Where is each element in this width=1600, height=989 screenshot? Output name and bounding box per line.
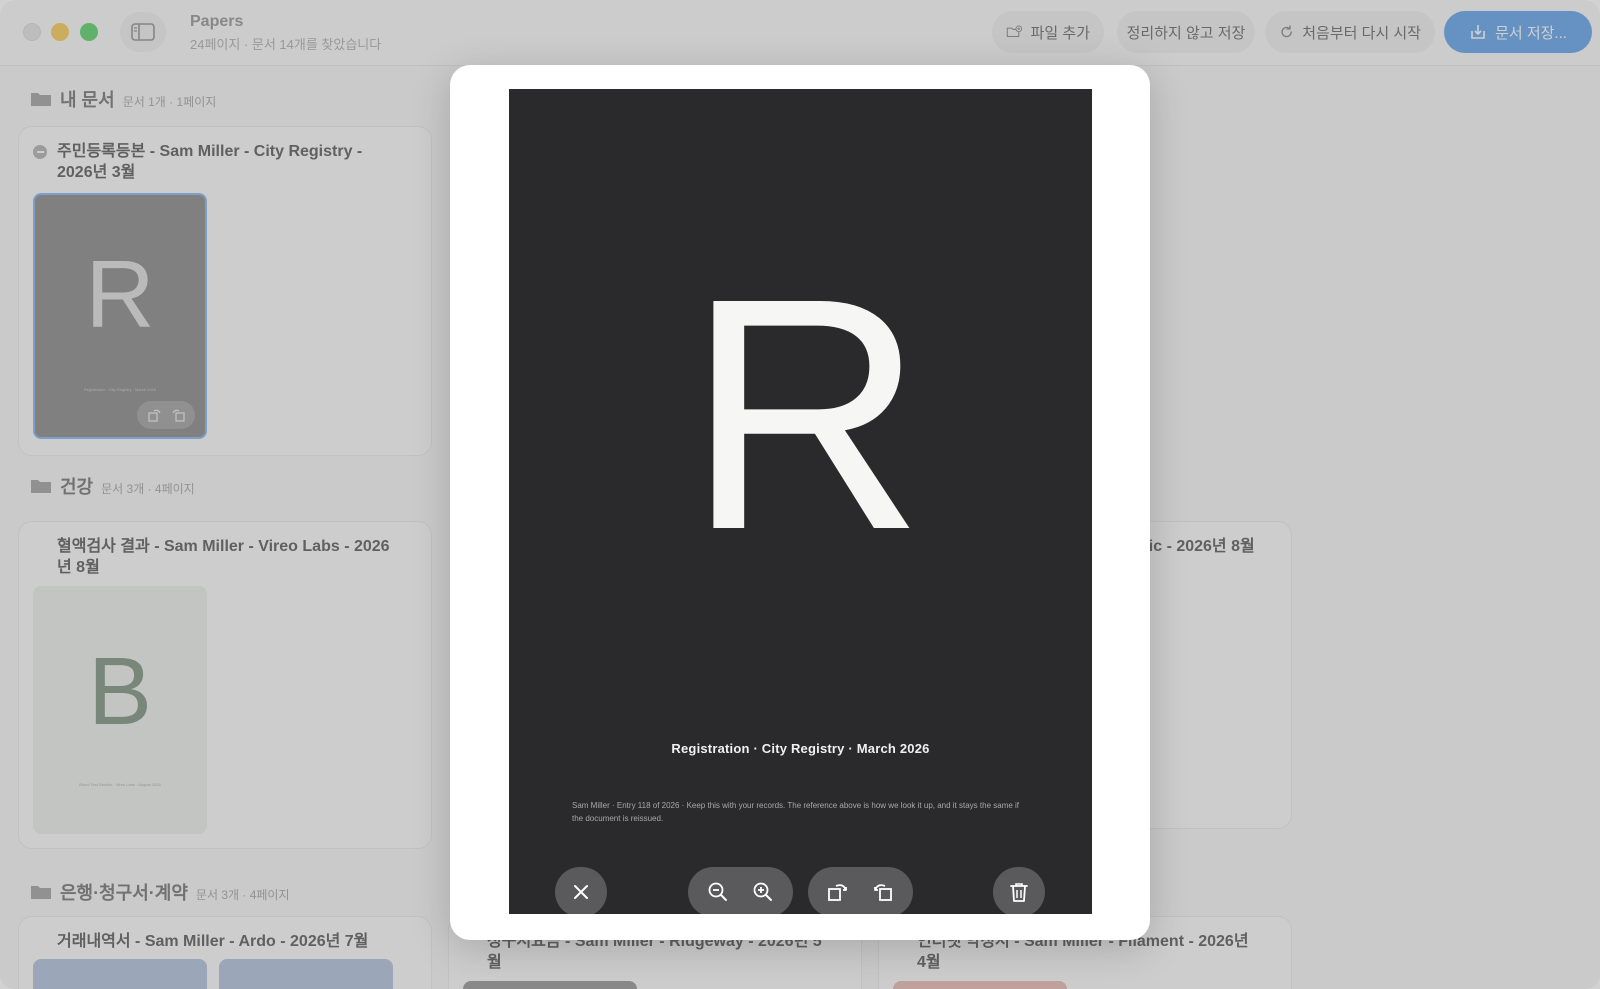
zoom-controls [688,867,793,914]
rotate-left-button[interactable] [818,872,858,912]
trash-icon [999,872,1039,912]
rotate-right-icon [873,884,892,901]
preview-note: Sam Miller · Entry 118 of 2026 · Keep th… [572,801,1020,823]
preview-letter: R [686,229,925,598]
rotate-left-icon [828,884,848,901]
rotate-right-button[interactable] [863,872,903,912]
rotate-controls [808,867,913,914]
zoom-in-icon [753,882,772,901]
close-preview-button[interactable] [555,867,607,914]
zoom-out-button[interactable] [698,872,738,912]
close-icon [561,872,601,912]
preview-caption: Registration · City Registry · March 202… [671,741,930,756]
delete-page-button[interactable] [993,867,1045,914]
zoom-out-icon [708,882,728,901]
preview-page: R Registration · City Registry · March 2… [509,89,1092,914]
app-window: Papers 24페이지 · 문서 14개를 찾았습니다 파일 추가 정리하지 … [0,0,1600,989]
page-preview-modal: R Registration · City Registry · March 2… [450,65,1150,940]
zoom-in-button[interactable] [743,872,783,912]
